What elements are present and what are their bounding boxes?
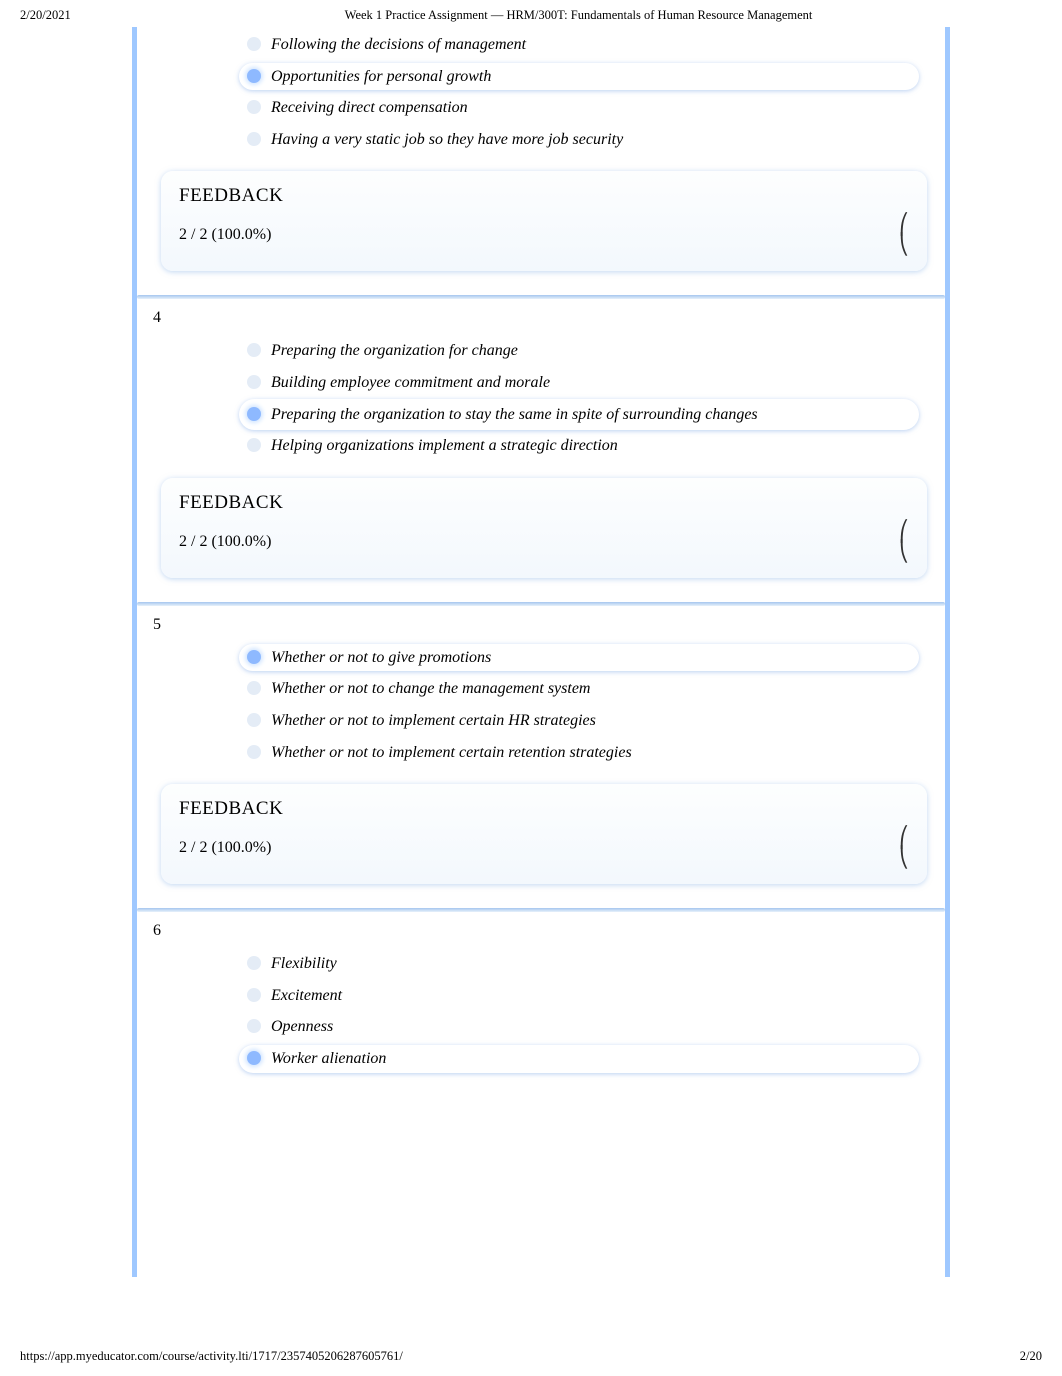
option-text: Preparing the organization for change (271, 340, 530, 362)
radio-icon (247, 100, 261, 114)
option-text: Building employee commitment and morale (271, 372, 562, 394)
option-row[interactable]: Worker alienation (247, 1043, 925, 1075)
radio-icon (247, 37, 261, 51)
page-title: Week 1 Practice Assignment — HRM/300T: F… (115, 8, 1042, 23)
radio-icon (247, 375, 261, 389)
option-text: Receiving direct compensation (271, 97, 480, 119)
option-text: Flexibility (271, 953, 349, 975)
feedback-score: 2 / 2 (100.0%) (179, 839, 271, 857)
page-footer: https://app.myeducator.com/course/activi… (20, 1349, 1042, 1364)
feedback-score: 2 / 2 (100.0%) (179, 533, 271, 551)
option-row[interactable]: Whether or not to implement certain rete… (247, 737, 925, 769)
option-row[interactable]: Following the decisions of management (247, 29, 925, 61)
option-text: Helping organizations implement a strate… (271, 435, 630, 457)
option-row[interactable]: Flexibility (247, 948, 925, 980)
option-text: Openness (271, 1016, 345, 1038)
option-row[interactable]: Building employee commitment and morale (247, 367, 925, 399)
option-text: Having a very static job so they have mo… (271, 129, 635, 151)
option-text: Preparing the organization to stay the s… (271, 404, 770, 426)
option-row[interactable]: Having a very static job so they have mo… (247, 124, 925, 156)
expand-icon[interactable]: ⎛⎝ (899, 522, 909, 562)
radio-icon (247, 713, 261, 727)
question-divider (137, 908, 945, 912)
option-row[interactable]: Receiving direct compensation (247, 92, 925, 124)
radio-icon (247, 132, 261, 146)
radio-icon (247, 956, 261, 970)
option-row[interactable]: Helping organizations implement a strate… (247, 430, 925, 462)
option-row[interactable]: Preparing the organization for change (247, 335, 925, 367)
option-row[interactable]: Whether or not to give promotions (247, 642, 925, 674)
question-options: Following the decisions of management Op… (247, 27, 945, 155)
question-number: 6 (153, 922, 945, 940)
option-row[interactable]: Excitement (247, 980, 925, 1012)
expand-icon[interactable]: ⎛⎝ (899, 828, 909, 868)
expand-icon[interactable]: ⎛⎝ (899, 215, 909, 255)
option-text: Whether or not to implement certain rete… (271, 742, 644, 764)
feedback-score: 2 / 2 (100.0%) (179, 226, 271, 244)
option-text: Whether or not to give promotions (271, 647, 503, 669)
radio-icon (247, 438, 261, 452)
option-text: Whether or not to implement certain HR s… (271, 710, 608, 732)
question-options: Flexibility Excitement Openness Worker a… (247, 946, 945, 1074)
feedback-label: FEEDBACK (179, 185, 909, 207)
option-text: Opportunities for personal growth (271, 66, 503, 88)
feedback-label: FEEDBACK (179, 798, 909, 820)
feedback-panel[interactable]: FEEDBACK 2 / 2 (100.0%) ⎛⎝ (161, 171, 927, 271)
page-header: 2/20/2021 Week 1 Practice Assignment — H… (0, 0, 1062, 27)
print-date: 2/20/2021 (20, 8, 115, 23)
feedback-label: FEEDBACK (179, 492, 909, 514)
radio-icon (247, 745, 261, 759)
footer-pagenum: 2/20 (1020, 1349, 1042, 1364)
option-row[interactable]: Whether or not to change the management … (247, 673, 925, 705)
feedback-panel[interactable]: FEEDBACK 2 / 2 (100.0%) ⎛⎝ (161, 478, 927, 578)
radio-icon (247, 69, 261, 83)
question-options: Preparing the organization for change Bu… (247, 333, 945, 461)
footer-url: https://app.myeducator.com/course/activi… (20, 1349, 403, 1364)
option-text: Worker alienation (271, 1048, 398, 1070)
question-number: 4 (153, 309, 945, 327)
radio-icon (247, 1019, 261, 1033)
option-row[interactable]: Openness (247, 1011, 925, 1043)
option-row[interactable]: Opportunities for personal growth (247, 61, 925, 93)
option-row[interactable]: Preparing the organization to stay the s… (247, 399, 925, 431)
radio-icon (247, 407, 261, 421)
question-options: Whether or not to give promotions Whethe… (247, 640, 945, 768)
radio-icon (247, 681, 261, 695)
question-number: 5 (153, 616, 945, 634)
radio-icon (247, 650, 261, 664)
feedback-panel[interactable]: FEEDBACK 2 / 2 (100.0%) ⎛⎝ (161, 784, 927, 884)
option-text: Excitement (271, 985, 354, 1007)
option-text: Following the decisions of management (271, 34, 538, 56)
radio-icon (247, 1051, 261, 1065)
question-divider (137, 295, 945, 299)
radio-icon (247, 343, 261, 357)
content-panel: Following the decisions of management Op… (132, 27, 950, 1277)
question-divider (137, 602, 945, 606)
option-row[interactable]: Whether or not to implement certain HR s… (247, 705, 925, 737)
radio-icon (247, 988, 261, 1002)
option-text: Whether or not to change the management … (271, 678, 602, 700)
